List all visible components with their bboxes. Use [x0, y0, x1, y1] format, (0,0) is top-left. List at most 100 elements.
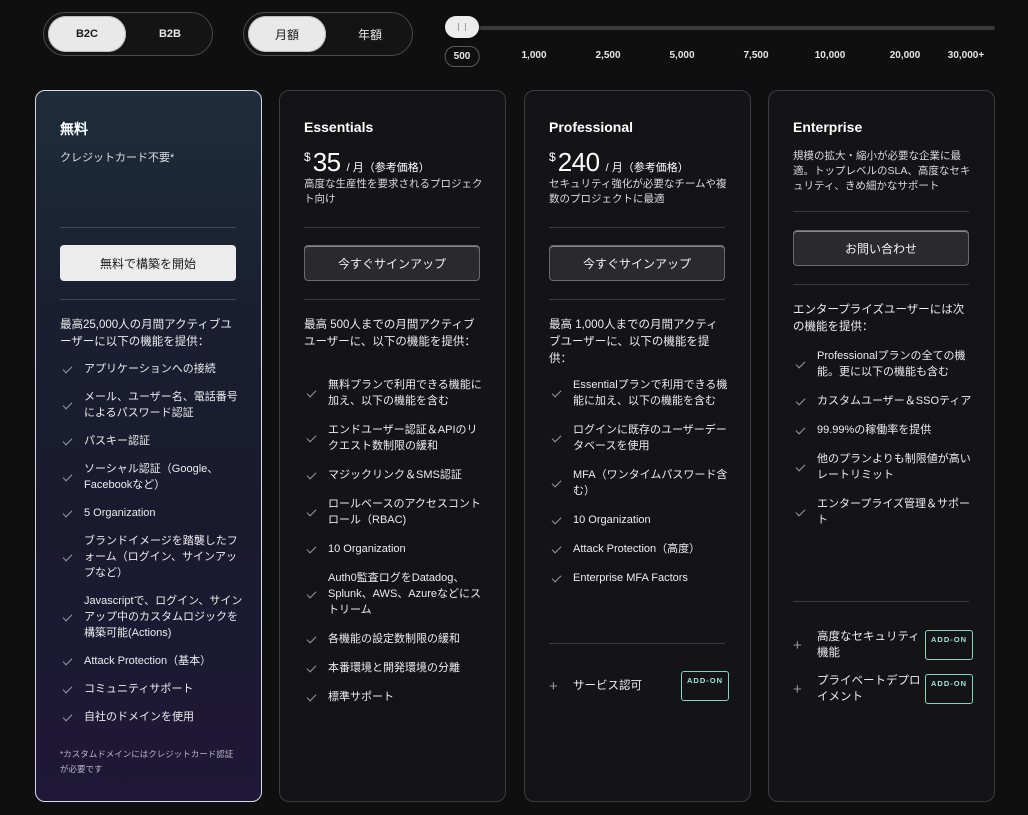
plan-name: Enterprise — [793, 119, 863, 135]
plan-card-free: 無料 クレジットカード不要* 無料で構築を開始 最高25,000人の月間アクティ… — [35, 90, 262, 802]
user-count-slider-handle[interactable] — [445, 16, 479, 38]
slider-tick-500[interactable]: 500 — [444, 46, 480, 67]
slider-tick-1000[interactable]: 1,000 — [521, 50, 546, 61]
feature-item: 99.99%の稼働率を提供 — [793, 422, 977, 438]
user-count-slider-track[interactable] — [455, 26, 995, 30]
plan-card-enterprise: Enterprise 規模の拡大・縮小が必要な企業に最適。トップレベルのSLA、… — [768, 90, 995, 802]
check-icon — [306, 432, 317, 443]
feature-item: 本番環境と開発環境の分離 — [304, 660, 488, 676]
plan-intro: 最高 1,000人までの月間アクティブユーザーに、以下の機能を提供： — [549, 319, 718, 365]
plan-name: Essentials — [304, 119, 374, 135]
b2b-option[interactable]: B2B — [132, 16, 208, 52]
feature-item: Javascriptで、ログイン、サインアップ中のカスタムロジックを構築可能(A… — [60, 593, 244, 641]
check-icon — [551, 543, 562, 554]
feature-list: 無料プランで利用できる機能に加え、以下の機能を含む エンドユーザー認証＆APIの… — [304, 377, 488, 705]
plus-icon: + — [549, 677, 558, 695]
check-icon — [62, 551, 73, 562]
feature-item: 5 Organization — [60, 505, 244, 521]
slider-tick-10000[interactable]: 10,000 — [815, 50, 846, 61]
addon-advanced-security[interactable]: + 高度なセキュリティ機能 ADD-ON — [793, 629, 973, 661]
billing-period-toggle: 月額 年額 — [243, 12, 413, 56]
plan-name: 無料 — [60, 121, 88, 137]
feature-item: 無料プランで利用できる機能に加え、以下の機能を含む — [304, 377, 488, 409]
slider-tick-20000[interactable]: 20,000 — [890, 50, 921, 61]
feature-item: 自社のドメインを使用 — [60, 709, 244, 725]
feature-list: Essentialプランで利用できる機能に加え、以下の機能を含む ログインに既存… — [549, 377, 733, 586]
check-icon — [551, 432, 562, 443]
addon-badge: ADD-ON — [925, 630, 973, 660]
check-icon — [62, 471, 73, 482]
plan-description: 高度な生産性を要求されるプロジェクト向け — [304, 178, 483, 205]
footnote: *カスタムドメインにはクレジットカード認証が必要です — [60, 749, 234, 774]
currency-symbol: $ — [549, 150, 556, 164]
feature-item: 10 Organization — [304, 541, 488, 557]
feature-item: ロールベースのアクセスコントロール（RBAC) — [304, 496, 488, 528]
divider — [304, 227, 480, 228]
addon-service-authorization[interactable]: + サービス認可 ADD-ON — [549, 671, 729, 701]
feature-item: ブランドイメージを踏襲したフォーム（ログイン、サインアップなど） — [60, 533, 244, 581]
feature-item: Attack Protection（基本） — [60, 653, 244, 669]
audience-toggle: B2C B2B — [43, 12, 213, 56]
plan-intro: 最高25,000人の月間アクティブユーザーに以下の機能を提供： — [60, 319, 232, 348]
signup-button[interactable]: 今すぐサインアップ — [549, 245, 725, 281]
divider — [549, 643, 725, 644]
feature-item: メール、ユーザー名、電話番号によるパスワード認証 — [60, 389, 244, 421]
feature-item: ソーシャル認証（Google、Facebookなど） — [60, 461, 244, 493]
check-icon — [551, 387, 562, 398]
feature-list: Professionalプランの全ての機能。更に以下の機能も含む カスタムユーザ… — [793, 348, 977, 528]
start-free-button[interactable]: 無料で構築を開始 — [60, 245, 236, 281]
feature-item: 他のプランよりも制限値が高いレートリミット — [793, 451, 977, 483]
check-icon — [62, 611, 73, 622]
check-icon — [306, 588, 317, 599]
addon-private-deployment[interactable]: + プライベートデプロイメント ADD-ON — [793, 673, 973, 705]
plan-description: セキュリティ強化が必要なチームや複数のプロジェクトに最適 — [549, 178, 727, 205]
price-amount: 240 — [557, 147, 600, 177]
price-period: / 月（参考価格） — [346, 162, 430, 174]
plan-intro: エンタープライズユーザーには次の機能を提供： — [793, 304, 965, 333]
slider-tick-7500[interactable]: 7,500 — [743, 50, 768, 61]
check-icon — [306, 633, 317, 644]
check-icon — [795, 358, 806, 369]
slider-tick-30000-plus[interactable]: 30,000+ — [948, 50, 984, 61]
check-icon — [551, 514, 562, 525]
slider-tick-5000[interactable]: 5,000 — [669, 50, 694, 61]
b2c-option[interactable]: B2C — [48, 16, 126, 52]
check-icon — [306, 469, 317, 480]
slider-tick-2500[interactable]: 2,500 — [595, 50, 620, 61]
check-icon — [62, 711, 73, 722]
feature-item: Enterprise MFA Factors — [549, 570, 733, 586]
check-icon — [551, 572, 562, 583]
price-period: / 月（参考価格） — [605, 162, 689, 174]
feature-item: MFA（ワンタイムパスワード含む） — [549, 467, 733, 499]
plus-icon: + — [793, 636, 802, 654]
addon-label: プライベートデプロイメント — [817, 675, 921, 703]
check-icon — [62, 683, 73, 694]
check-icon — [62, 363, 73, 374]
check-icon — [62, 655, 73, 666]
check-icon — [306, 387, 317, 398]
plan-description: 規模の拡大・縮小が必要な企業に最適。トップレベルのSLA、高度なセキュリティ、き… — [793, 150, 971, 192]
feature-item: エンタープライズ管理＆サポート — [793, 496, 977, 528]
addon-badge: ADD-ON — [681, 671, 729, 701]
plus-icon: + — [793, 680, 802, 698]
addon-label: サービス認可 — [573, 680, 642, 692]
yearly-option[interactable]: 年額 — [332, 16, 408, 52]
signup-button[interactable]: 今すぐサインアップ — [304, 245, 480, 281]
feature-item: Attack Protection（高度） — [549, 541, 733, 557]
check-icon — [306, 662, 317, 673]
check-icon — [795, 506, 806, 517]
feature-item: エンドユーザー認証＆APIのリクエスト数制限の緩和 — [304, 422, 488, 454]
plan-subtitle: クレジットカード不要* — [60, 152, 175, 164]
monthly-option[interactable]: 月額 — [248, 16, 326, 52]
check-icon — [62, 507, 73, 518]
feature-item: Auth0監査ログをDatadog、Splunk、AWS、Azureなどにストリ… — [304, 570, 488, 618]
check-icon — [795, 461, 806, 472]
check-icon — [306, 543, 317, 554]
addon-label: 高度なセキュリティ機能 — [817, 631, 920, 659]
plan-card-professional: Professional $ 240 / 月（参考価格） セキュリティ強化が必要… — [524, 90, 751, 802]
divider — [793, 601, 969, 602]
plan-name: Professional — [549, 119, 634, 135]
feature-item: パスキー認証 — [60, 433, 244, 449]
contact-us-button[interactable]: お問い合わせ — [793, 230, 969, 266]
divider — [793, 211, 969, 212]
